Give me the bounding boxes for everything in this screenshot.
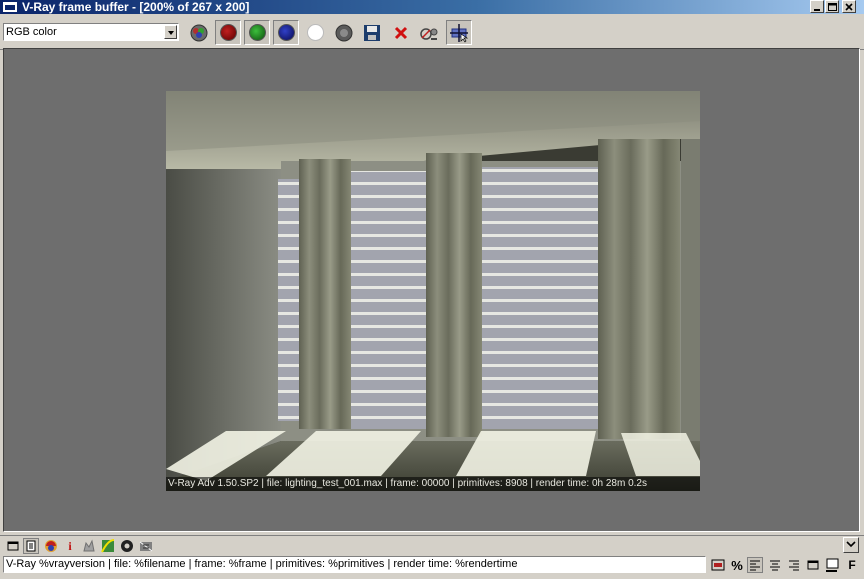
insert-token-button[interactable] (710, 557, 726, 573)
show-rgb-channels-button[interactable] (186, 20, 212, 45)
stamp-template-value: V-Ray %vrayversion | file: %filename | f… (6, 558, 518, 570)
track-mouse-button[interactable] (446, 20, 472, 45)
align-right-icon (789, 560, 799, 571)
color-correction-icon[interactable] (43, 538, 59, 554)
window-title: V-Ray frame buffer - [200% of 267 x 200] (22, 0, 250, 14)
monochrome-button[interactable] (331, 20, 357, 45)
maximize-icon (827, 2, 837, 11)
stamp-template-field[interactable]: V-Ray %vrayversion | file: %filename | f… (3, 556, 706, 573)
minimize-button[interactable] (810, 0, 824, 13)
compare-icon[interactable] (138, 538, 154, 554)
chevron-down-icon (846, 541, 856, 548)
font-button[interactable]: F (844, 557, 860, 573)
frame-icon (807, 560, 819, 570)
chevron-down-icon[interactable] (164, 25, 177, 39)
blue-channel-icon (277, 24, 295, 41)
stamp-frame-button[interactable] (805, 557, 821, 573)
align-left-icon (750, 560, 760, 571)
green-channel-button[interactable] (244, 20, 270, 45)
align-left-button[interactable] (747, 557, 763, 573)
clear-image-button[interactable] (388, 20, 414, 45)
toolbar: RGB color (0, 15, 864, 50)
percent-button[interactable]: % (729, 557, 745, 573)
save-image-button[interactable] (359, 20, 385, 45)
rendered-image (166, 91, 700, 491)
rgb-channels-icon (190, 24, 208, 41)
expand-button[interactable] (843, 537, 859, 553)
channel-select-value: RGB color (6, 26, 57, 38)
duplicate-to-max-vfb-button[interactable] (417, 20, 443, 45)
settings-icon[interactable] (119, 538, 135, 554)
curve-icon[interactable] (100, 538, 116, 554)
monochrome-icon (335, 24, 353, 41)
history-icon[interactable] (23, 538, 39, 554)
red-channel-button[interactable] (215, 20, 241, 45)
maximize-button[interactable] (825, 0, 839, 13)
frame-icon[interactable] (5, 538, 21, 554)
lens-effects-icon[interactable] (81, 538, 97, 554)
align-right-button[interactable] (786, 557, 802, 573)
room-render-illustration (166, 91, 700, 491)
align-center-button[interactable] (767, 557, 783, 573)
red-channel-icon (219, 24, 237, 41)
minimize-icon (814, 8, 820, 11)
red-x-icon (394, 26, 408, 39)
info-icon[interactable]: i (62, 538, 78, 554)
floppy-disk-icon (364, 24, 380, 41)
render-stamp: V-Ray Adv 1.50.SP2 | file: lighting_test… (166, 477, 700, 491)
close-button[interactable] (842, 0, 856, 13)
alpha-channel-button[interactable] (302, 20, 328, 45)
green-channel-icon (248, 24, 266, 41)
stamp-background-button[interactable] (824, 557, 840, 573)
background-icon (826, 558, 839, 572)
channel-select[interactable]: RGB color (3, 23, 179, 41)
app-icon (3, 2, 17, 12)
image-viewport[interactable]: V-Ray Adv 1.50.SP2 | file: lighting_test… (3, 48, 860, 532)
blue-channel-button[interactable] (273, 20, 299, 45)
duplicate-icon (420, 27, 438, 40)
bottom-toolbar: i V-Ray %vrayversion | file: %filename |… (0, 535, 864, 579)
close-icon (845, 2, 853, 11)
alpha-channel-icon (306, 24, 324, 41)
align-center-icon (770, 560, 780, 571)
title-bar: V-Ray frame buffer - [200% of 267 x 200] (0, 0, 864, 14)
crosshair-icon (450, 23, 469, 43)
token-icon (711, 559, 725, 571)
